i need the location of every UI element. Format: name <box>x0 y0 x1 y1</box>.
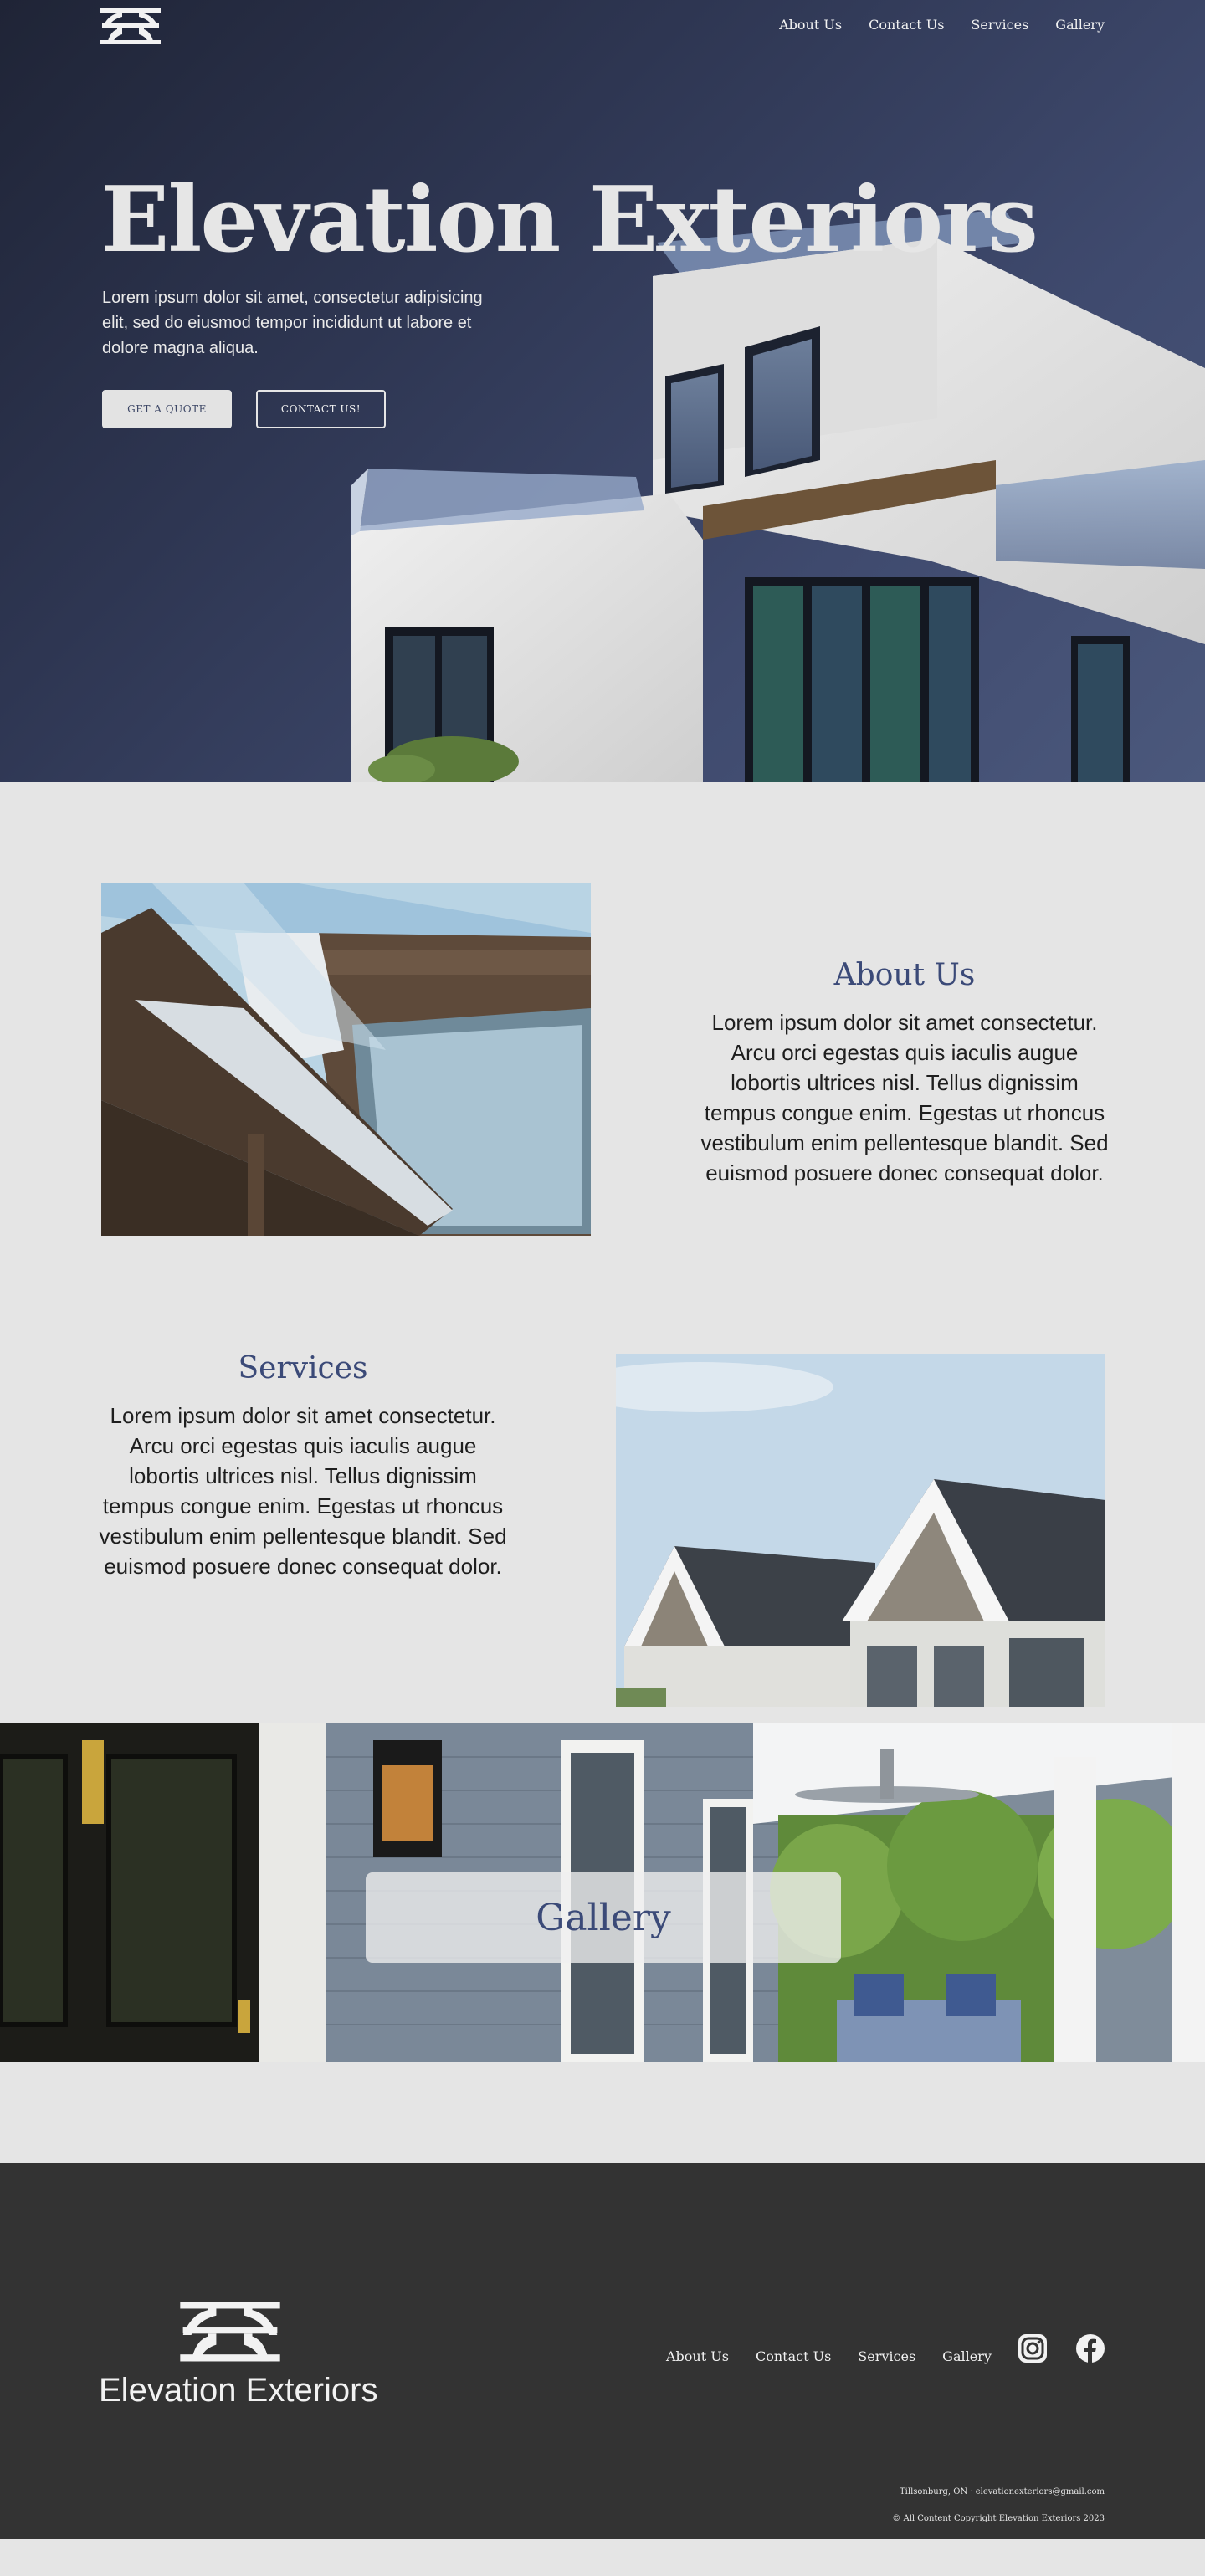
site-footer: Elevation Exteriors About Us Contact Us … <box>0 2163 1205 2539</box>
top-navigation: About Us Contact Us Services Gallery <box>0 0 1205 50</box>
about-section: About Us Lorem ipsum dolor sit amet cons… <box>0 782 1205 1251</box>
facebook-icon[interactable] <box>1075 2333 1105 2363</box>
nav-links: About Us Contact Us Services Gallery <box>779 17 1105 33</box>
get-a-quote-button[interactable]: GET A QUOTE <box>102 390 232 428</box>
services-section: Services Lorem ipsum dolor sit amet cons… <box>0 1251 1205 1723</box>
gallery-section: Gallery <box>0 1723 1205 2062</box>
footer-nav-links: About Us Contact Us Services Gallery <box>666 2348 992 2364</box>
hero-lead-text: Lorem ipsum dolor sit amet, consectetur … <box>102 289 483 357</box>
ee-monogram-logo[interactable] <box>99 7 162 45</box>
footer-link-services[interactable]: Services <box>858 2348 915 2364</box>
hero-title: Elevation Exteriors <box>100 167 1038 273</box>
about-body: Lorem ipsum dolor sit amet consectetur. … <box>700 1010 1109 1186</box>
services-heading: Services <box>238 1351 368 1385</box>
section-spacer <box>0 2062 1205 2163</box>
footer-contact-line: Tillsonburg, ON · elevationexteriors@gma… <box>900 2487 1105 2497</box>
footer-link-about[interactable]: About Us <box>666 2348 729 2364</box>
nav-link-services[interactable]: Services <box>971 17 1028 33</box>
about-heading: About Us <box>833 958 976 992</box>
footer-brand-name: Elevation Exteriors <box>99 2372 378 2409</box>
gallery-banner[interactable]: Gallery <box>366 1872 841 1963</box>
contact-us-button[interactable]: CONTACT US! <box>256 390 386 428</box>
footer-link-contact[interactable]: Contact Us <box>756 2348 831 2364</box>
services-body: Lorem ipsum dolor sit amet consectetur. … <box>99 1403 507 1579</box>
footer-copyright: © All Content Copyright Elevation Exteri… <box>892 2514 1105 2523</box>
footer-link-gallery[interactable]: Gallery <box>942 2348 992 2364</box>
hero-section: About Us Contact Us Services Gallery Ele… <box>0 0 1205 782</box>
gallery-label: Gallery <box>536 1896 671 1939</box>
services-photo <box>616 1354 1105 1707</box>
nav-link-contact[interactable]: Contact Us <box>869 17 944 33</box>
nav-link-gallery[interactable]: Gallery <box>1055 17 1105 33</box>
footer-ee-logo[interactable] <box>177 2298 283 2363</box>
nav-link-about[interactable]: About Us <box>779 17 842 33</box>
about-text-block: About Us Lorem ipsum dolor sit amet cons… <box>700 958 1110 1188</box>
about-photo <box>101 883 591 1236</box>
services-text-block: Services Lorem ipsum dolor sit amet cons… <box>98 1351 508 1581</box>
instagram-icon[interactable] <box>1018 2333 1048 2363</box>
